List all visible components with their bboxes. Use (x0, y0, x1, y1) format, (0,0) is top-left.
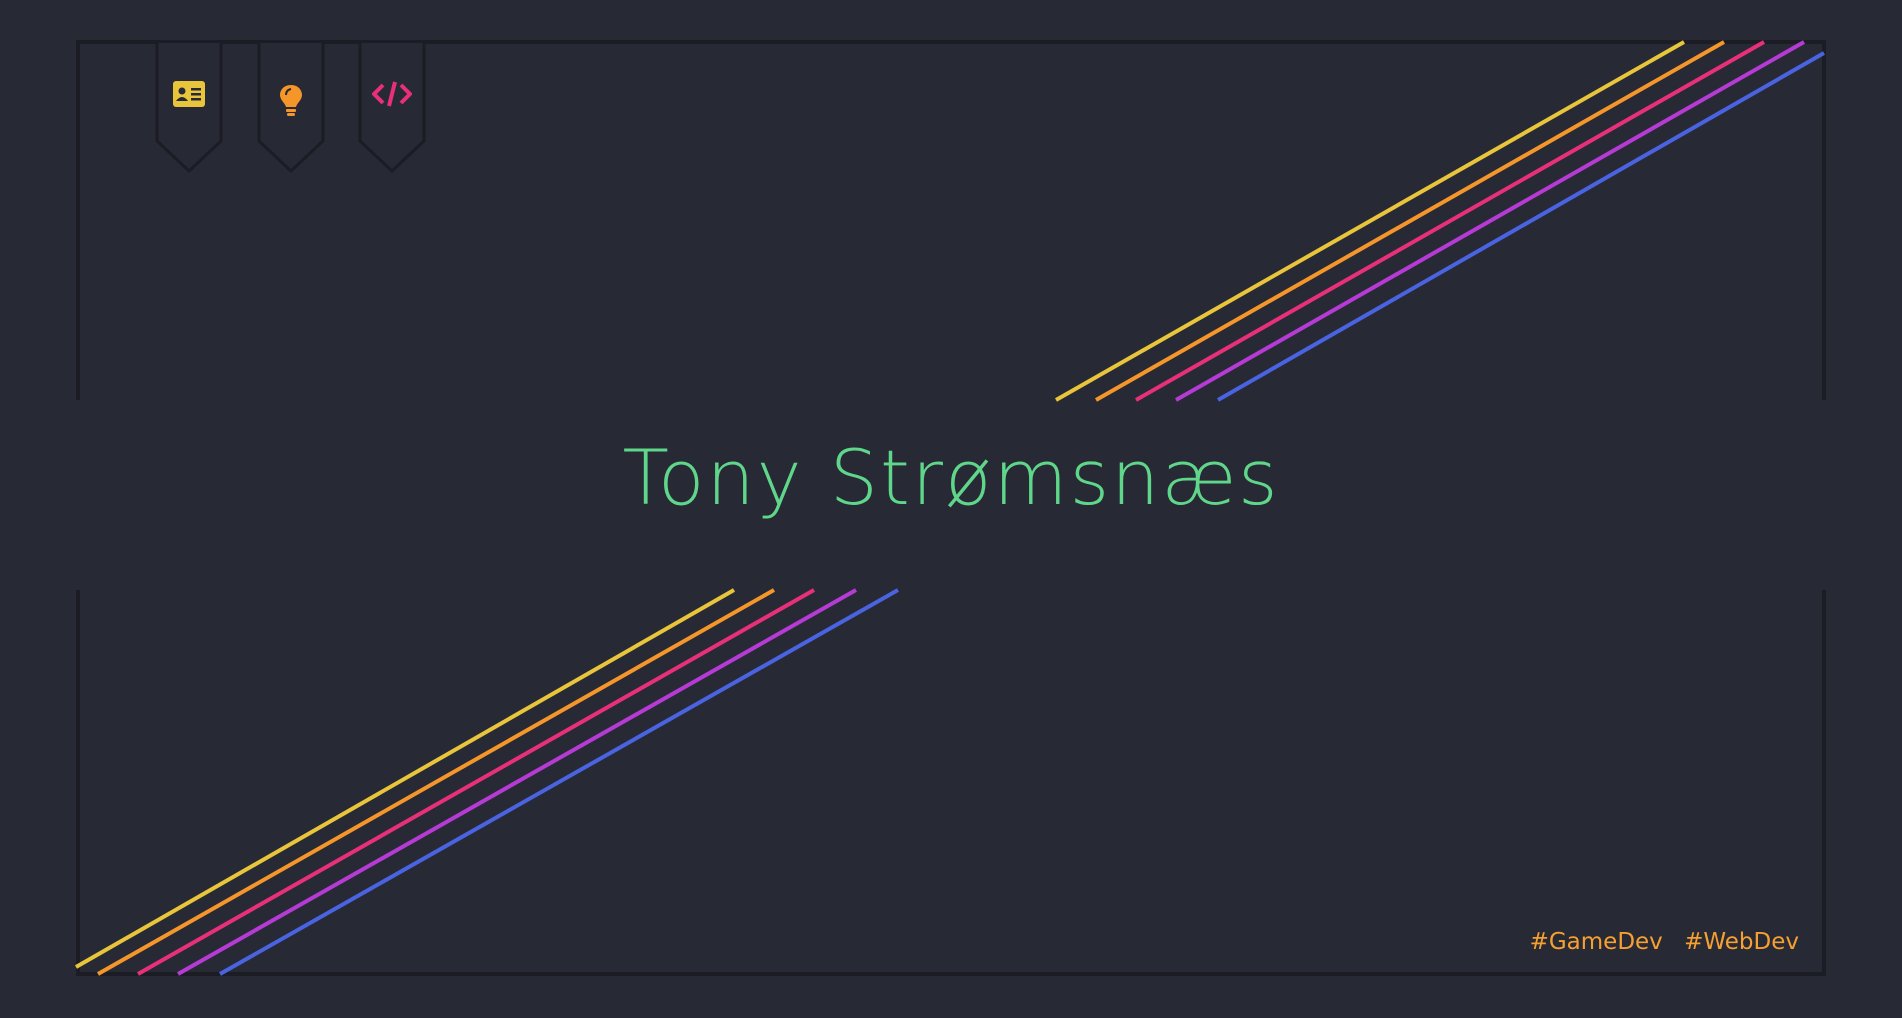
stripe-blue-bottom (219, 588, 899, 976)
stripes-top-right (1055, 40, 1825, 402)
nav-tab-about[interactable] (155, 43, 223, 173)
stripe-blue-top (1217, 51, 1825, 402)
stripe-pink-bottom (137, 588, 815, 976)
lightbulb-icon (280, 85, 302, 116)
stripes-bottom-left (75, 588, 899, 976)
code-icon (372, 81, 412, 107)
nav-tab-ideas[interactable] (257, 43, 325, 173)
nav-tab-code[interactable] (358, 43, 426, 173)
page: Tony Strømsnæs #GameDev #WebDev (0, 0, 1902, 1018)
id-card-icon (173, 81, 205, 107)
stripe-orange-bottom (97, 588, 775, 976)
page-title: Tony Strømsnæs (622, 433, 1280, 522)
tag-list: #GameDev #WebDev (1516, 929, 1799, 955)
stripe-pink-top (1135, 40, 1765, 402)
tag-gamedev[interactable]: #GameDev (1530, 929, 1663, 955)
tab-bookmark-shape (358, 43, 426, 173)
tab-bookmark-shape (155, 43, 223, 173)
stripe-purple-bottom (177, 588, 857, 976)
stripe-purple-top (1175, 40, 1805, 402)
stripe-yellow-top (1055, 40, 1685, 402)
stripe-orange-top (1095, 40, 1725, 402)
tag-webdev[interactable]: #WebDev (1684, 929, 1799, 955)
stripe-yellow-bottom (75, 588, 735, 969)
